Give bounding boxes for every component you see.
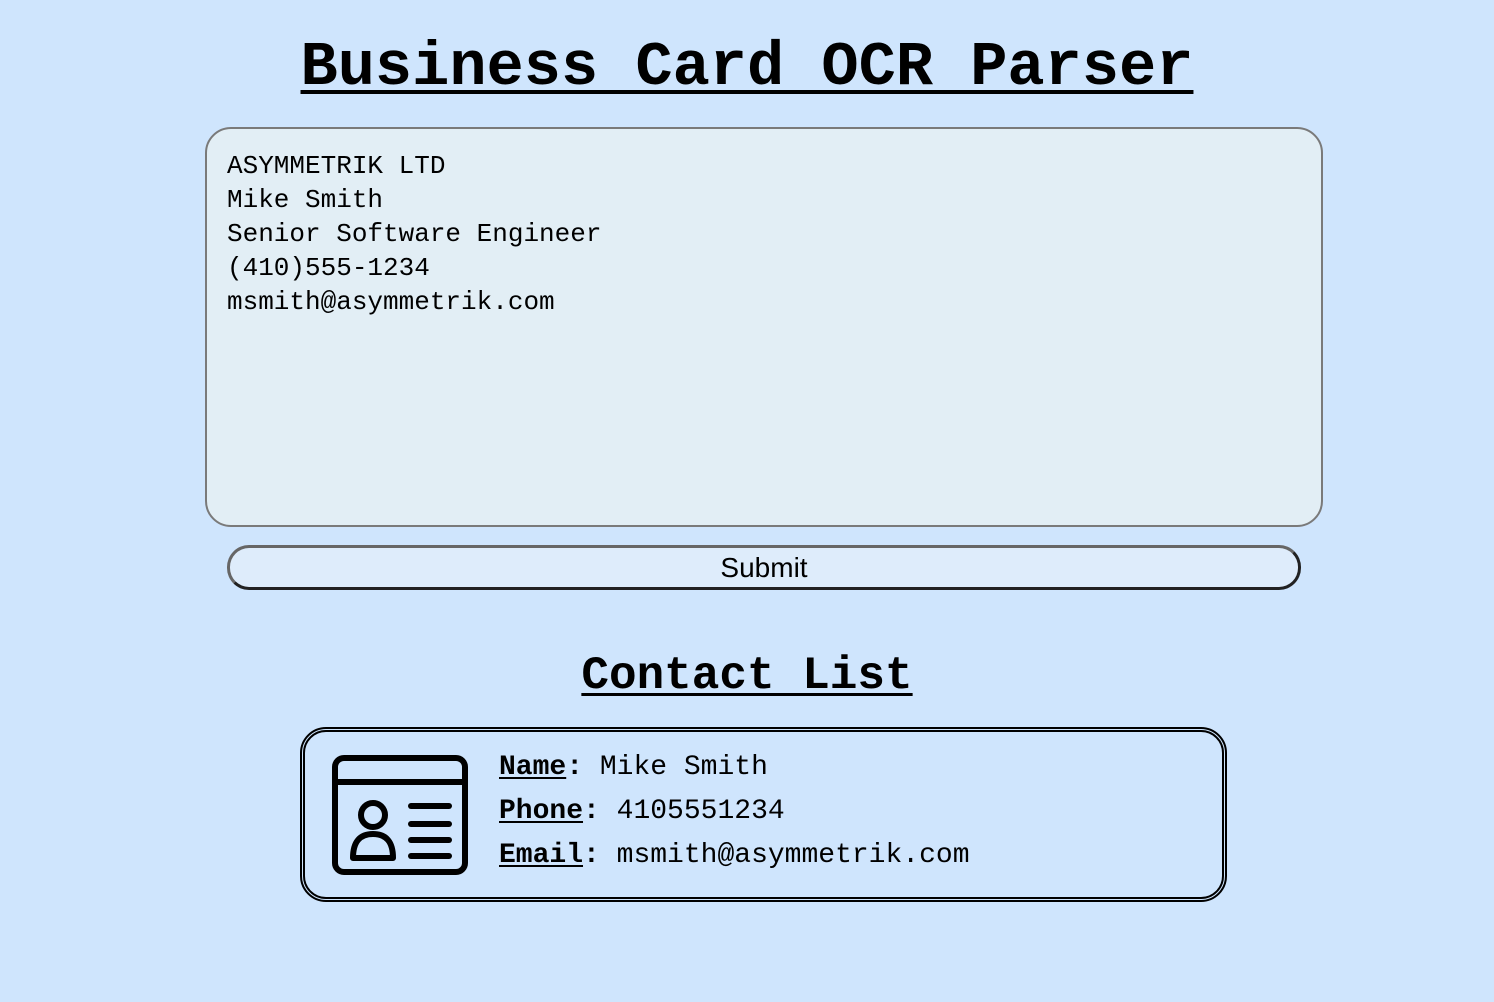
- contact-card: Name: Mike Smith Phone: 4105551234 Email…: [300, 727, 1227, 902]
- page-title: Business Card OCR Parser: [300, 32, 1194, 103]
- contact-phone-row: Phone: 4105551234: [499, 796, 785, 827]
- submit-button[interactable]: Submit: [227, 545, 1301, 590]
- ocr-text-input[interactable]: [205, 127, 1323, 527]
- name-label: Name: [499, 752, 567, 783]
- contact-fields: Name: Mike Smith Phone: 4105551234 Email…: [499, 746, 970, 878]
- phone-label: Phone: [499, 796, 584, 827]
- contact-email: msmith@asymmetrik.com: [616, 840, 970, 871]
- email-label: Email: [499, 840, 584, 871]
- contact-email-row: Email: msmith@asymmetrik.com: [499, 840, 970, 871]
- contact-name: Mike Smith: [599, 752, 768, 783]
- contact-phone: 4105551234: [616, 796, 785, 827]
- contact-list-title: Contact List: [581, 650, 913, 702]
- contact-name-row: Name: Mike Smith: [499, 752, 768, 783]
- contact-card-icon: [332, 755, 468, 875]
